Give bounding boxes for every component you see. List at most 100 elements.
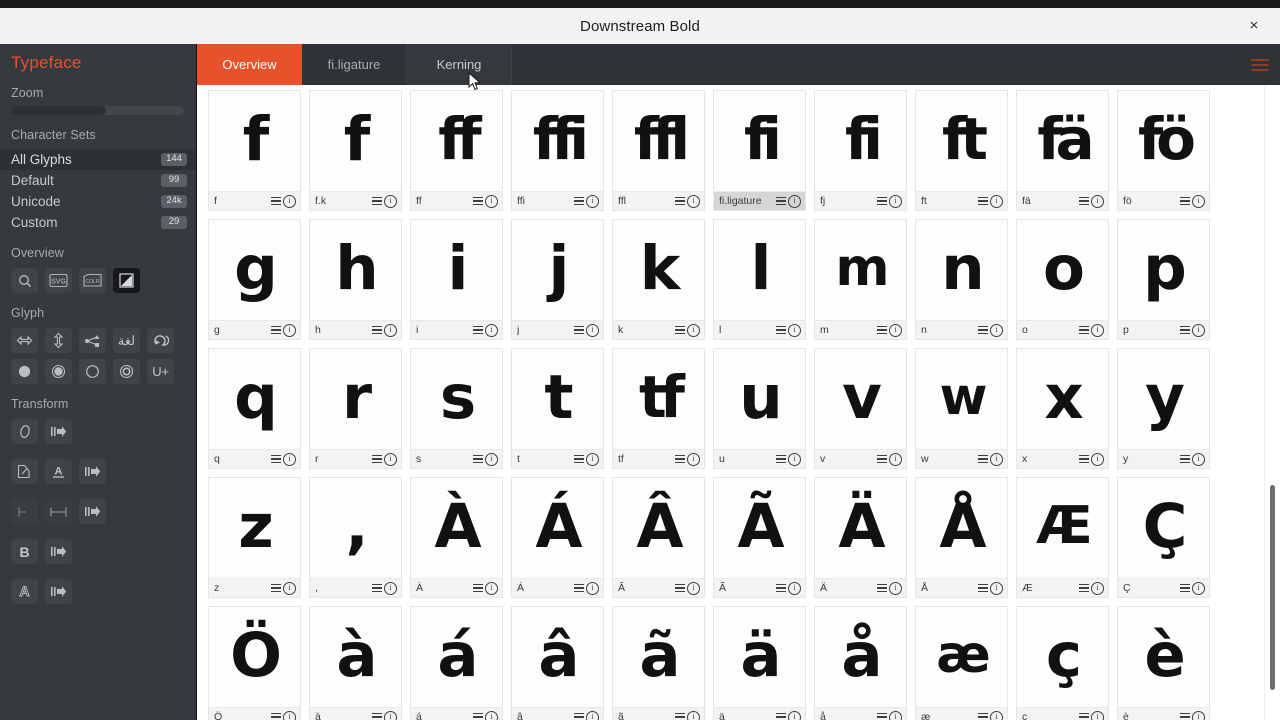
info-icon[interactable]: i bbox=[687, 710, 700, 720]
glyph-cell[interactable]: f f.k i bbox=[309, 90, 402, 211]
share-nodes-icon[interactable] bbox=[79, 328, 106, 353]
info-icon[interactable]: i bbox=[485, 323, 498, 337]
info-icon[interactable]: i bbox=[889, 194, 902, 208]
apply-arrow-icon[interactable] bbox=[79, 459, 106, 484]
glyph-cell[interactable]: èèi bbox=[1117, 606, 1210, 720]
hamburger-icon[interactable] bbox=[776, 453, 786, 465]
glyph-cell[interactable]: nni bbox=[915, 219, 1008, 340]
hamburger-icon[interactable] bbox=[877, 195, 887, 207]
hamburger-icon[interactable] bbox=[776, 711, 786, 720]
glyph-cell[interactable]: ÀÀi bbox=[410, 477, 503, 598]
glyph-cell[interactable]: fä fä i bbox=[1016, 90, 1109, 211]
glyph-cell[interactable]: uui bbox=[713, 348, 806, 469]
glyph-cell[interactable]: ,,i bbox=[309, 477, 402, 598]
glyph-cell[interactable]: kki bbox=[612, 219, 705, 340]
sidebar-item-custom[interactable]: Custom 29 bbox=[0, 212, 196, 233]
flip-horizontal-icon[interactable] bbox=[11, 328, 38, 353]
info-icon[interactable]: i bbox=[788, 710, 801, 720]
glyph-cell[interactable]: àài bbox=[309, 606, 402, 720]
search-icon[interactable] bbox=[11, 268, 38, 293]
glyph-cell[interactable]: yyi bbox=[1117, 348, 1210, 469]
info-icon[interactable]: i bbox=[384, 323, 397, 337]
info-icon[interactable]: i bbox=[283, 710, 296, 720]
info-icon[interactable]: i bbox=[788, 323, 801, 337]
info-icon[interactable]: i bbox=[1192, 452, 1205, 466]
glyph-cell[interactable]: ÖÖi bbox=[208, 606, 301, 720]
glyph-cell[interactable]: ff ff i bbox=[410, 90, 503, 211]
glyph-cell[interactable]: lli bbox=[713, 219, 806, 340]
hamburger-icon[interactable] bbox=[675, 711, 685, 720]
info-icon[interactable]: i bbox=[990, 452, 1003, 466]
glyph-cell[interactable]: qqi bbox=[208, 348, 301, 469]
glyph-cell[interactable]: fö fö i bbox=[1117, 90, 1210, 211]
hamburger-icon[interactable] bbox=[675, 453, 685, 465]
advance-width-icon[interactable] bbox=[45, 499, 72, 524]
info-icon[interactable]: i bbox=[586, 581, 599, 595]
info-icon[interactable]: i bbox=[687, 581, 700, 595]
hamburger-icon[interactable] bbox=[978, 195, 988, 207]
info-icon[interactable]: i bbox=[1091, 323, 1104, 337]
hamburger-icon[interactable] bbox=[574, 324, 584, 336]
info-icon[interactable]: i bbox=[485, 194, 498, 208]
info-icon[interactable]: i bbox=[586, 452, 599, 466]
glyph-cell[interactable]: ååi bbox=[814, 606, 907, 720]
glyph-cell[interactable]: vvi bbox=[814, 348, 907, 469]
info-icon[interactable]: i bbox=[283, 323, 296, 337]
info-icon[interactable]: i bbox=[586, 323, 599, 337]
apply-arrow-icon[interactable] bbox=[45, 579, 72, 604]
sidebar-item-all-glyphs[interactable]: All Glyphs 144 bbox=[0, 149, 196, 170]
apply-arrow-icon[interactable] bbox=[45, 539, 72, 564]
glyph-cell[interactable]: ffi ffi i bbox=[511, 90, 604, 211]
hamburger-icon[interactable] bbox=[574, 582, 584, 594]
hamburger-icon[interactable] bbox=[473, 711, 483, 720]
glyph-cell[interactable]: jji bbox=[511, 219, 604, 340]
glyph-cell[interactable]: fi fj i bbox=[814, 90, 907, 211]
info-icon[interactable]: i bbox=[384, 710, 397, 720]
scrollbar-thumb[interactable] bbox=[1270, 485, 1275, 690]
glyph-cell[interactable]: mmi bbox=[814, 219, 907, 340]
info-icon[interactable]: i bbox=[384, 194, 397, 208]
hamburger-icon[interactable] bbox=[473, 453, 483, 465]
hamburger-icon[interactable] bbox=[271, 711, 281, 720]
hamburger-menu-icon[interactable] bbox=[1240, 44, 1280, 85]
flip-vertical-icon[interactable] bbox=[45, 328, 72, 353]
glyph-cell[interactable]: hhi bbox=[309, 219, 402, 340]
hamburger-icon[interactable] bbox=[978, 453, 988, 465]
hamburger-icon[interactable] bbox=[1079, 711, 1089, 720]
glyph-cell[interactable]: ÄÄi bbox=[814, 477, 907, 598]
info-icon[interactable]: i bbox=[889, 581, 902, 595]
hamburger-icon[interactable] bbox=[1180, 453, 1190, 465]
info-icon[interactable]: i bbox=[788, 452, 801, 466]
info-icon[interactable]: i bbox=[384, 581, 397, 595]
info-icon[interactable]: i bbox=[687, 452, 700, 466]
info-icon[interactable]: i bbox=[990, 194, 1003, 208]
info-icon[interactable]: i bbox=[485, 452, 498, 466]
hamburger-icon[interactable] bbox=[978, 324, 988, 336]
hamburger-icon[interactable] bbox=[877, 582, 887, 594]
info-icon[interactable]: i bbox=[1091, 710, 1104, 720]
glyph-cell[interactable]: ÃÃi bbox=[713, 477, 806, 598]
hamburger-icon[interactable] bbox=[776, 582, 786, 594]
hamburger-icon[interactable] bbox=[372, 453, 382, 465]
hamburger-icon[interactable] bbox=[271, 453, 281, 465]
hamburger-icon[interactable] bbox=[776, 324, 786, 336]
info-icon[interactable]: i bbox=[485, 581, 498, 595]
svg-icon[interactable]: SVG bbox=[45, 268, 72, 293]
glyph-cell[interactable]: ââi bbox=[511, 606, 604, 720]
filled-circle-icon[interactable] bbox=[45, 359, 72, 384]
hamburger-icon[interactable] bbox=[776, 195, 786, 207]
hamburger-icon[interactable] bbox=[675, 195, 685, 207]
hamburger-icon[interactable] bbox=[978, 582, 988, 594]
hamburger-icon[interactable] bbox=[877, 711, 887, 720]
info-icon[interactable]: i bbox=[788, 194, 801, 208]
hamburger-icon[interactable] bbox=[473, 195, 483, 207]
tab-overview[interactable]: Overview bbox=[197, 44, 302, 85]
hamburger-icon[interactable] bbox=[675, 324, 685, 336]
glyph-cell[interactable]: wwi bbox=[915, 348, 1008, 469]
glyph-cell[interactable]: xxi bbox=[1016, 348, 1109, 469]
glyph-cell[interactable]: rri bbox=[309, 348, 402, 469]
info-icon[interactable]: i bbox=[485, 710, 498, 720]
hamburger-icon[interactable] bbox=[1180, 582, 1190, 594]
rotate-icon[interactable] bbox=[147, 328, 174, 353]
info-icon[interactable]: i bbox=[1091, 194, 1104, 208]
